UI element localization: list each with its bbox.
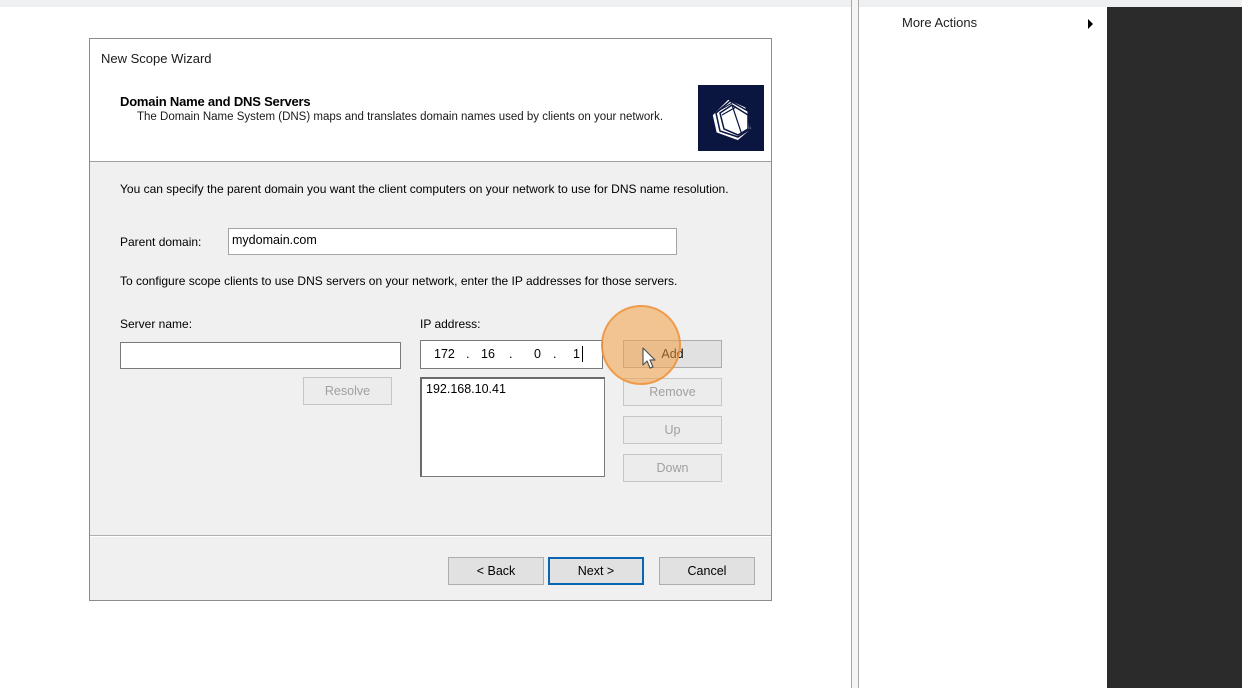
ip-octet-2: 16 bbox=[481, 347, 495, 361]
pane-splitter[interactable] bbox=[851, 0, 859, 688]
submenu-arrow-icon bbox=[1088, 19, 1093, 29]
down-button[interactable]: Down bbox=[623, 454, 722, 482]
parent-domain-input[interactable]: mydomain.com bbox=[228, 228, 677, 255]
resolve-button[interactable]: Resolve bbox=[303, 377, 392, 405]
click-highlight bbox=[601, 305, 681, 385]
dialog-title: New Scope Wizard bbox=[101, 51, 212, 66]
ip-dot-1: . bbox=[466, 347, 470, 361]
parent-domain-label: Parent domain: bbox=[120, 235, 202, 249]
ip-octet-3: 0 bbox=[534, 347, 541, 361]
up-button[interactable]: Up bbox=[623, 416, 722, 444]
server-name-label: Server name: bbox=[120, 317, 193, 331]
ip-octet-1: 172 bbox=[434, 347, 455, 361]
dns-server-ip-list[interactable]: 192.168.10.41 bbox=[420, 377, 605, 477]
ip-octet-4: 1 bbox=[573, 347, 580, 361]
ip-address-input[interactable]: 172 . 16 . 0 . 1 bbox=[420, 340, 603, 369]
footer-divider bbox=[90, 535, 771, 537]
dns-instructions-text: To configure scope clients to use DNS se… bbox=[120, 274, 678, 288]
more-actions-item[interactable]: More Actions bbox=[902, 15, 1102, 33]
mouse-cursor-icon bbox=[642, 347, 658, 374]
server-name-input[interactable] bbox=[120, 342, 401, 369]
list-item[interactable]: 192.168.10.41 bbox=[426, 382, 604, 396]
text-caret bbox=[582, 346, 583, 362]
actions-pane: More Actions bbox=[860, 7, 1107, 688]
page-description: The Domain Name System (DNS) maps and tr… bbox=[137, 111, 664, 123]
intro-text: You can specify the parent domain you wa… bbox=[120, 182, 729, 196]
window-top-strip bbox=[0, 0, 1242, 7]
dark-side-panel bbox=[1107, 7, 1242, 688]
next-button[interactable]: Next > bbox=[548, 557, 644, 585]
ip-dot-2: . bbox=[509, 347, 513, 361]
ip-dot-3: . bbox=[553, 347, 557, 361]
page-title: Domain Name and DNS Servers bbox=[120, 94, 311, 109]
back-button[interactable]: < Back bbox=[448, 557, 544, 585]
more-actions-label: More Actions bbox=[902, 15, 978, 30]
wizard-folders-icon bbox=[698, 85, 764, 151]
wizard-header: New Scope Wizard Domain Name and DNS Ser… bbox=[90, 39, 771, 162]
ip-address-label: IP address: bbox=[420, 317, 481, 331]
cancel-button[interactable]: Cancel bbox=[659, 557, 755, 585]
